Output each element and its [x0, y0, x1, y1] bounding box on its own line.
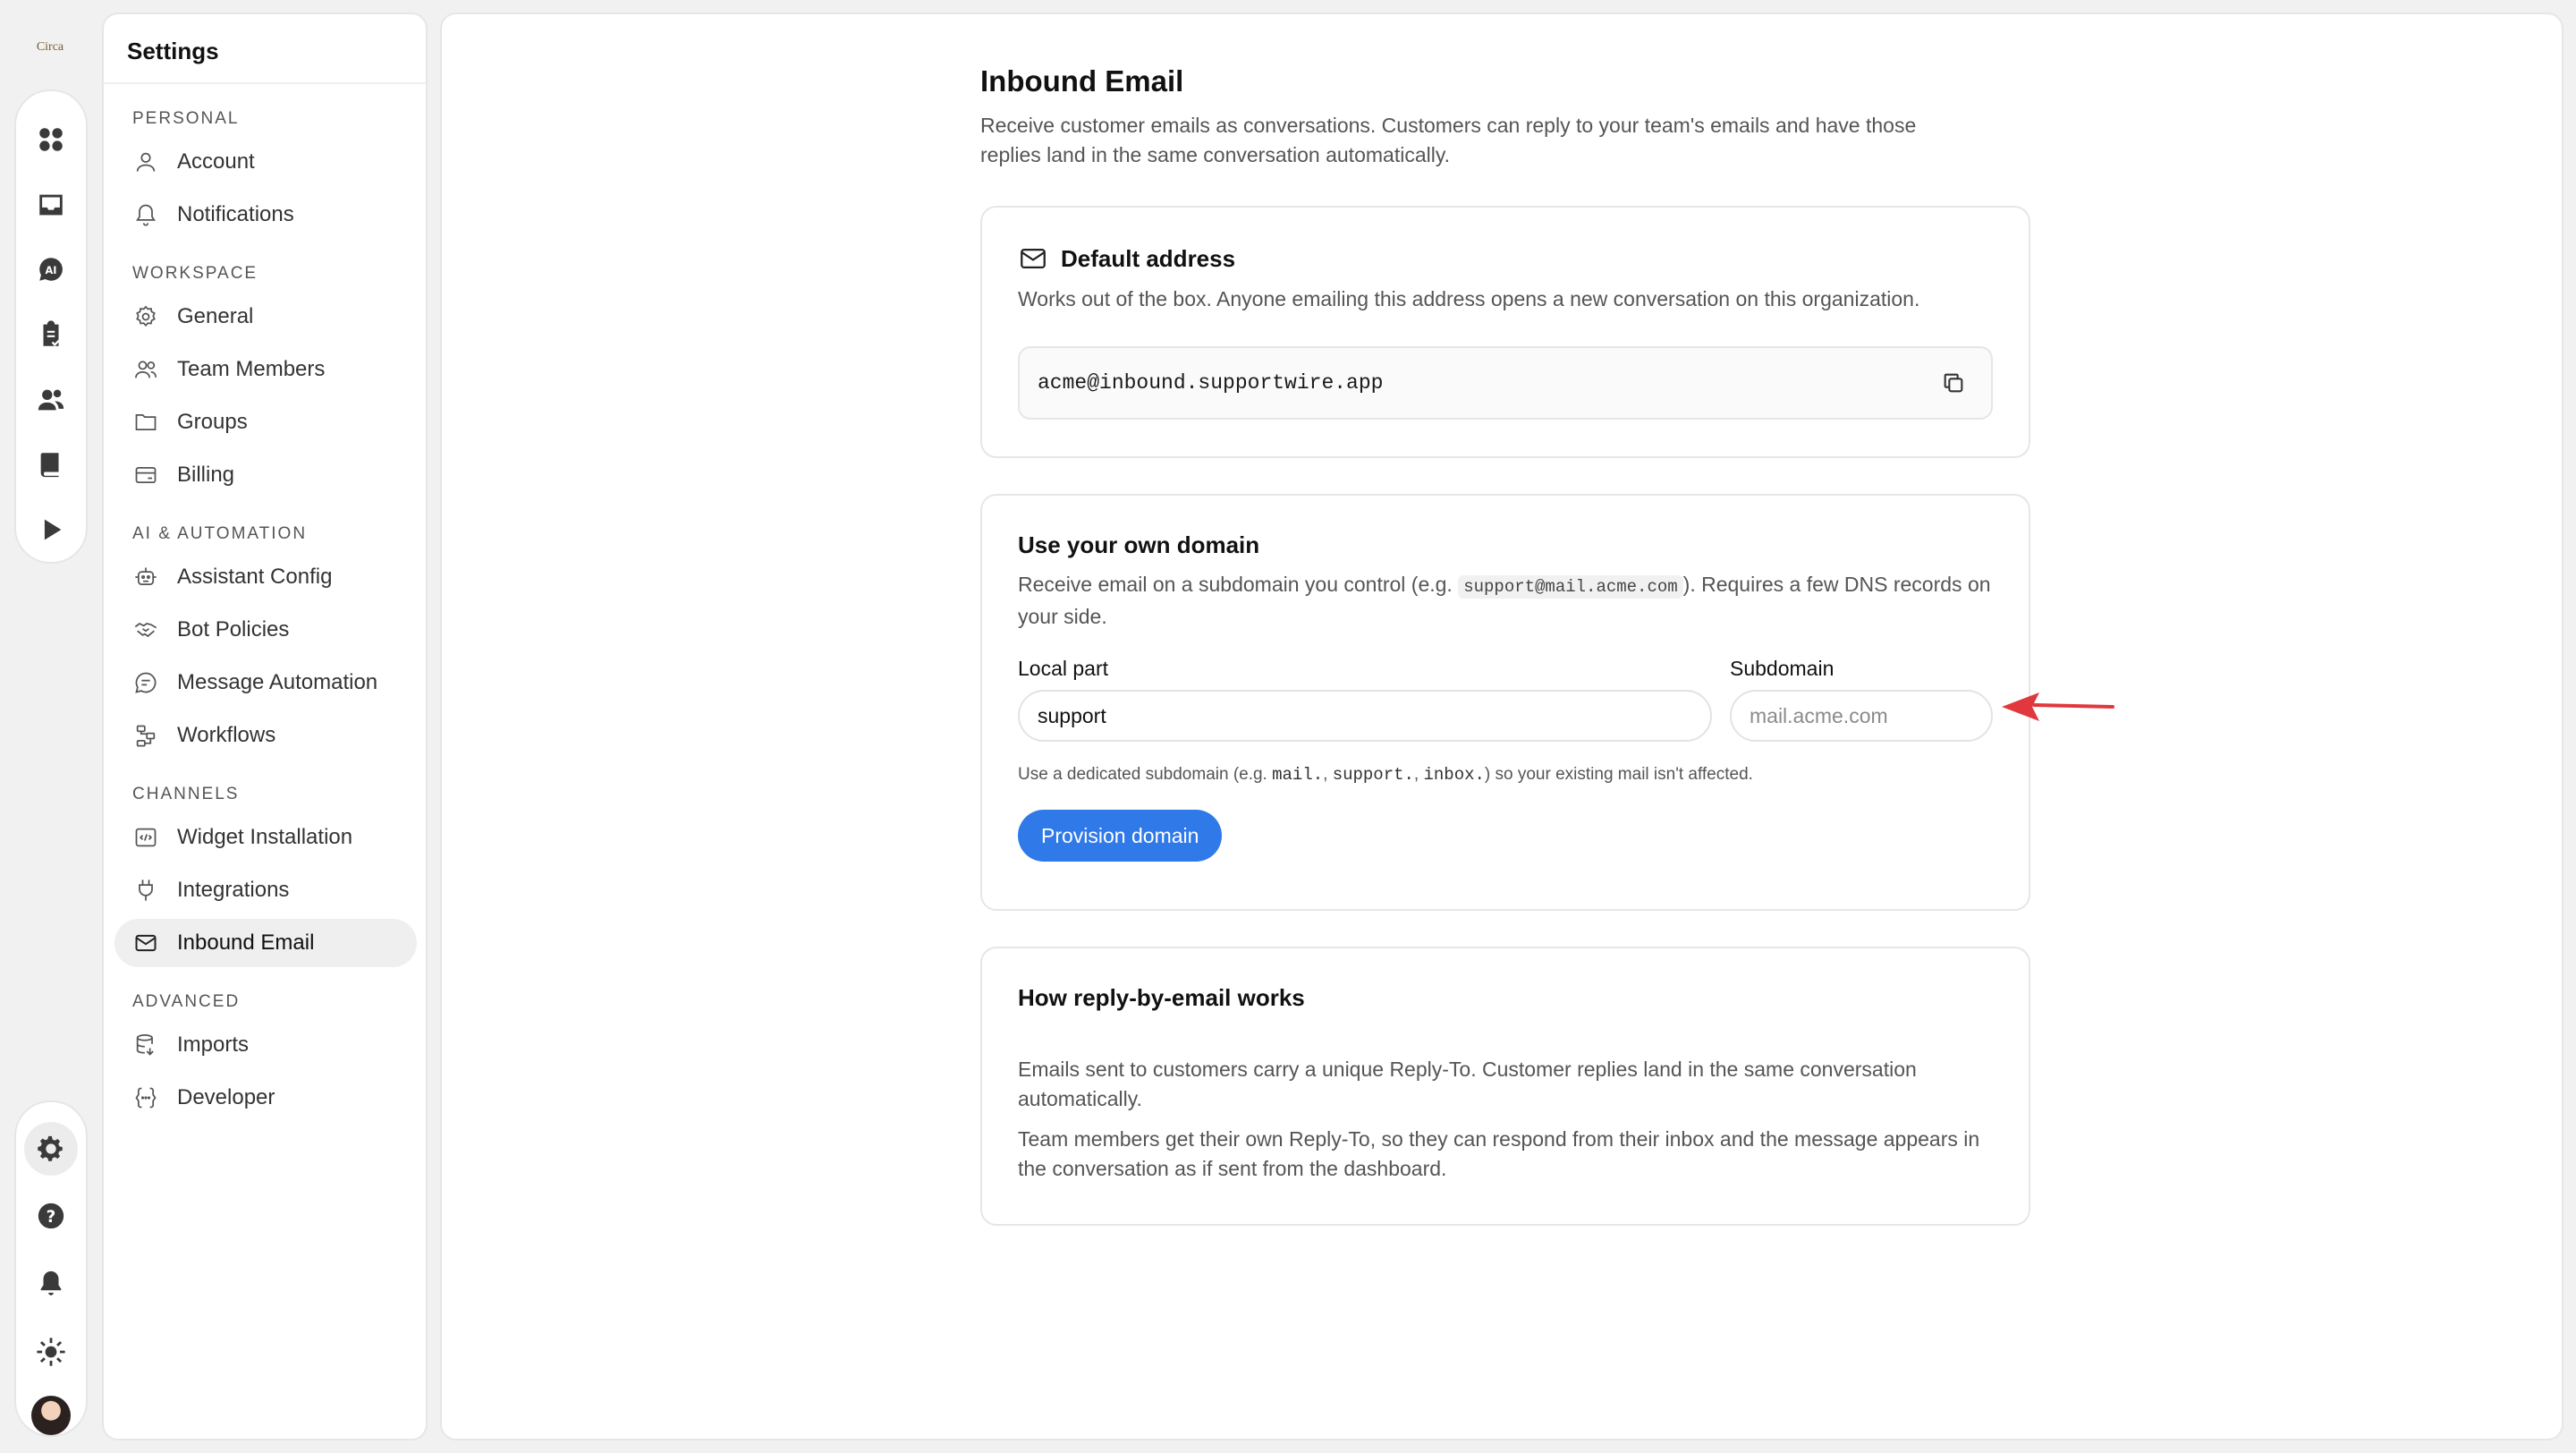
how-it-works-title: How reply-by-email works — [1018, 984, 1305, 1011]
local-part-label: Local part — [1018, 657, 1109, 680]
mail-icon — [1021, 248, 1046, 269]
sidebar-item-general[interactable]: General — [114, 293, 417, 341]
help-icon[interactable]: ? — [24, 1190, 78, 1244]
local-part-input[interactable] — [1018, 690, 1712, 742]
handshake-icon — [132, 616, 159, 643]
section-label-personal: PERSONAL — [132, 109, 240, 128]
sidebar-item-developer[interactable]: Developer — [114, 1074, 417, 1122]
user-icon — [132, 149, 159, 175]
subdomain-input[interactable] — [1730, 690, 1993, 742]
sidebar-item-integrations[interactable]: Integrations — [114, 866, 417, 914]
page-description: Receive customer emails as conversations… — [980, 114, 1917, 166]
code-window-icon — [132, 824, 159, 851]
svg-text:AI: AI — [46, 264, 57, 276]
main-panel: Inbound Email Receive customer emails as… — [440, 13, 2563, 1440]
code-braces-icon — [132, 1084, 159, 1111]
section-label-ai-automation: AI & AUTOMATION — [132, 524, 308, 543]
sidebar-item-inbound-email[interactable]: Inbound Email — [114, 919, 417, 967]
domain-fields: Local part Subdomain — [1018, 657, 1993, 742]
gear-icon[interactable] — [24, 1122, 78, 1176]
own-domain-card: Use your own domain Receive email on a s… — [980, 494, 2030, 911]
sidebar-item-groups[interactable]: Groups — [114, 398, 417, 446]
sidebar-item-bot-policies[interactable]: Bot Policies — [114, 606, 417, 654]
inbox-icon[interactable] — [24, 180, 78, 231]
users-icon — [132, 356, 159, 383]
sidebar-item-message-automation[interactable]: Message Automation — [114, 659, 417, 707]
sidebar-item-account[interactable]: Account — [114, 138, 417, 186]
plug-icon — [132, 877, 159, 904]
clipboard-check-icon[interactable] — [24, 310, 78, 361]
default-address-value: acme@inbound.supportwire.app — [1038, 371, 1384, 395]
sidebar-item-workflows[interactable]: Workflows — [114, 711, 417, 760]
message-icon — [132, 669, 159, 696]
subdomain-group: Subdomain — [1730, 657, 1993, 742]
how-it-works-paragraph-2: Team members get their own Reply-To, so … — [1018, 1127, 1980, 1180]
how-it-works-paragraph-1: Emails sent to customers carry a unique … — [1018, 1058, 1917, 1110]
sidebar-item-billing[interactable]: Billing — [114, 451, 417, 499]
sidebar-item-assistant-config[interactable]: Assistant Config — [114, 553, 417, 601]
subdomain-label: Subdomain — [1730, 657, 1835, 680]
bell-icon[interactable] — [24, 1257, 78, 1311]
section-label-advanced: ADVANCED — [132, 992, 241, 1011]
sun-icon[interactable] — [24, 1325, 78, 1379]
svg-text:?: ? — [47, 1208, 56, 1227]
subdomain-hint: Use a dedicated subdomain (e.g. mail., s… — [1018, 765, 1753, 785]
section-label-workspace: WORKSPACE — [132, 264, 258, 283]
default-address-card: Default address Works out of the box. An… — [980, 206, 2030, 458]
sidebar-item-notifications[interactable]: Notifications — [114, 191, 417, 239]
sidebar-item-widget-installation[interactable]: Widget Installation — [114, 813, 417, 862]
sidebar-title: Settings — [104, 14, 426, 84]
default-address-field[interactable]: acme@inbound.supportwire.app — [1018, 346, 1993, 420]
user-avatar[interactable] — [31, 1396, 71, 1435]
annotation-arrow-icon — [2002, 693, 2114, 721]
icon-rail: AI — [14, 89, 88, 564]
grid-icon[interactable] — [24, 115, 78, 166]
credit-card-icon — [132, 462, 159, 489]
sidebar-item-imports[interactable]: Imports — [114, 1021, 417, 1069]
own-domain-description: Receive email on a subdomain you control… — [1018, 573, 1991, 628]
workflow-icon — [132, 722, 159, 749]
users-icon[interactable] — [24, 374, 78, 425]
mail-icon — [132, 930, 159, 956]
how-it-works-card: How reply-by-email works Emails sent to … — [980, 947, 2030, 1226]
local-part-group: Local part — [1018, 657, 1712, 742]
sidebar-item-team-members[interactable]: Team Members — [114, 345, 417, 394]
content: Inbound Email Receive customer emails as… — [980, 52, 2030, 1226]
own-domain-title: Use your own domain — [1018, 531, 1260, 558]
ai-chat-icon[interactable]: AI — [24, 244, 78, 295]
section-label-channels: CHANNELS — [132, 785, 240, 803]
book-icon[interactable] — [24, 439, 78, 490]
gear-icon — [132, 303, 159, 330]
provision-domain-button[interactable]: Provision domain — [1018, 810, 1223, 862]
bell-icon — [132, 201, 159, 228]
app-logo[interactable]: Circa — [32, 34, 68, 61]
play-icon[interactable] — [24, 504, 78, 555]
default-address-title: Default address — [1018, 243, 1993, 274]
folder-icon — [132, 409, 159, 436]
robot-icon — [132, 564, 159, 591]
default-address-description: Works out of the box. Anyone emailing th… — [1018, 287, 1920, 310]
example-email-code: support@mail.acme.com — [1458, 575, 1683, 599]
icon-rail-bottom: ? — [14, 1100, 88, 1437]
copy-icon[interactable] — [1937, 367, 1970, 399]
database-import-icon — [132, 1032, 159, 1058]
settings-sidebar: Settings PERSONAL Account Notifications … — [102, 13, 428, 1440]
page-title: Inbound Email — [980, 64, 1184, 98]
